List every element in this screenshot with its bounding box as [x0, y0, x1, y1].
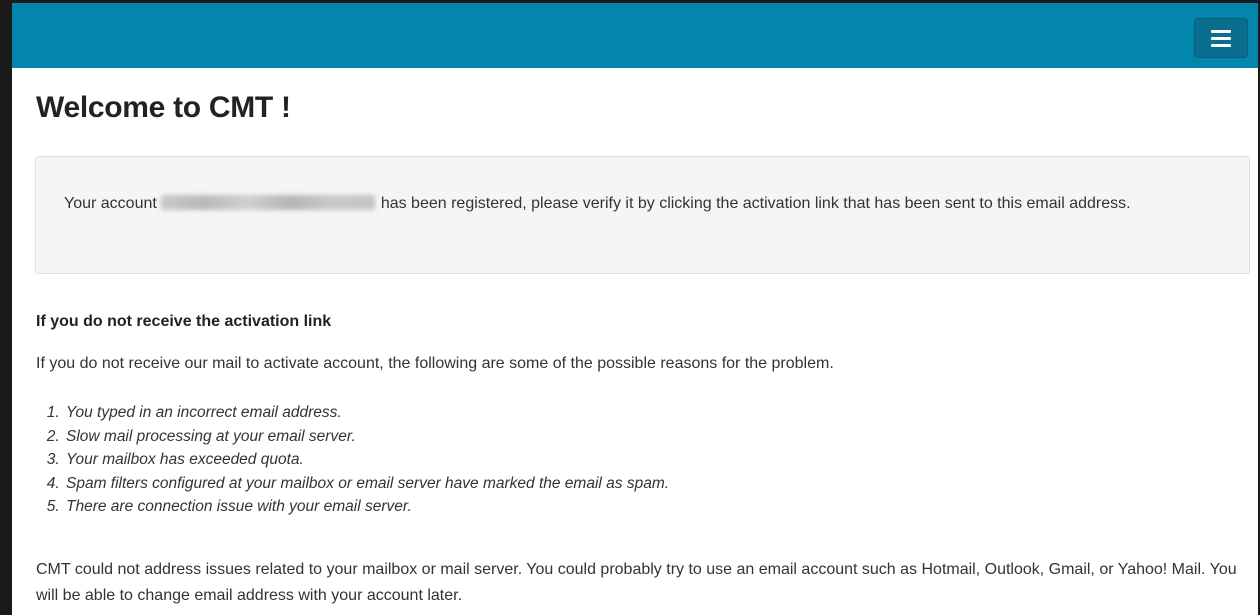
list-item: You typed in an incorrect email address.: [64, 401, 669, 425]
registration-notice: Your account has been registered, please …: [35, 156, 1250, 274]
list-item: Slow mail processing at your email serve…: [64, 425, 669, 449]
list-item: There are connection issue with your ema…: [64, 495, 669, 519]
top-navbar: [12, 3, 1258, 68]
redacted-email: [160, 195, 375, 210]
intro-text: If you do not receive our mail to activa…: [36, 355, 834, 372]
page-title: Welcome to CMT !: [36, 91, 291, 124]
menu-toggle-button[interactable]: [1194, 18, 1248, 58]
reasons-list: You typed in an incorrect email address.…: [36, 401, 669, 519]
hamburger-menu-icon: [1211, 29, 1231, 33]
footer-text: CMT could not address issues related to …: [36, 561, 1237, 604]
list-item: Spam filters configured at your mailbox …: [64, 472, 669, 496]
section-heading: If you do not receive the activation lin…: [36, 313, 332, 330]
hamburger-menu-icon-bar: [1211, 43, 1231, 47]
hamburger-menu-icon-bar: [1211, 36, 1231, 40]
browser-frame: Welcome to CMT ! Your account has been re…: [0, 0, 1260, 615]
list-item: Your mailbox has exceeded quota.: [64, 448, 669, 472]
notice-text-after: has been registered, please verify it by…: [380, 195, 1131, 212]
notice-text-before: Your account: [64, 195, 157, 212]
